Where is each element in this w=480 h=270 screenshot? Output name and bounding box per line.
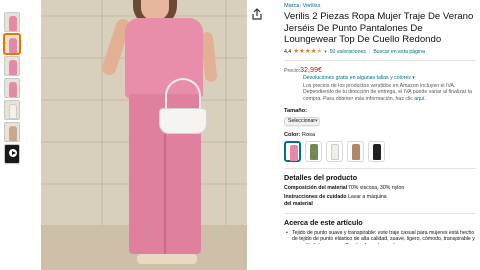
vat-note: Los precios de los productos vendidos en… (303, 83, 476, 103)
rating-value: 4,4 (284, 48, 292, 55)
divider (284, 59, 476, 61)
swatch-verde[interactable] (305, 140, 322, 162)
star-half-icon: ★ (316, 47, 323, 55)
thumbnail-3[interactable] (4, 56, 20, 76)
main-product-image[interactable] (41, 0, 247, 270)
swatch-negro[interactable] (368, 140, 385, 162)
detail-key: Composición del material (284, 184, 348, 191)
divider (284, 212, 476, 214)
color-label: Color: (284, 131, 301, 138)
product-title: Verilis 2 Piezas Ropa Mujer Traje De Ver… (284, 11, 474, 45)
share-icon[interactable] (252, 8, 262, 20)
star-rating[interactable]: ★ ★ ★ ★ ★ (293, 48, 322, 56)
swatch-blanco[interactable] (326, 140, 343, 162)
thumbnail-strip (2, 12, 22, 166)
swatch-marron[interactable] (347, 140, 364, 162)
size-label: Tamaño: (284, 107, 307, 114)
search-page-link[interactable]: Buscar en esta página (373, 49, 425, 55)
price-label: Precio: (284, 67, 301, 74)
free-returns-link[interactable]: Devoluciones gratis en algunas tallas y … (303, 75, 476, 82)
thumbnail-video[interactable] (4, 144, 20, 164)
thumbnail-6[interactable] (4, 122, 20, 142)
color-swatches (284, 140, 476, 162)
vat-note-text: Los precios de los productos vendidos en… (303, 82, 472, 103)
about-bullet: Tejido de punto suave y transpirable: es… (284, 230, 476, 244)
thumbnail-5[interactable] (4, 100, 20, 120)
divider (284, 167, 476, 169)
play-icon (9, 149, 17, 157)
chevron-down-icon: ▾ (315, 118, 318, 125)
product-info: Marca: Veriliss Verilis 2 Piezas Ropa Mu… (284, 2, 476, 244)
detail-row: Composición del material 70% viscosa, 30… (284, 185, 476, 192)
swatch-rosa[interactable] (284, 140, 301, 162)
size-select[interactable]: Seleccionar ▾ (284, 116, 320, 126)
color-row: Color: Rosa (284, 132, 476, 138)
chevron-down-icon[interactable]: ▾ (324, 49, 326, 55)
brand-link[interactable]: Marca: Veriliss (284, 2, 476, 10)
price-row: Precio: 32,99€ (284, 65, 476, 74)
thumbnail-2[interactable] (4, 34, 20, 54)
thumbnail-1[interactable] (4, 12, 20, 32)
detail-value: Lavar a máquina (348, 194, 387, 201)
detail-row: Instrucciones de cuidado del material La… (284, 194, 476, 207)
vat-info-link[interactable]: aquí. (414, 96, 426, 102)
size-select-value: Seleccionar (288, 118, 316, 125)
price-value: 32,99€ (300, 64, 322, 74)
details-heading: Detalles del producto (284, 172, 358, 182)
thumbnail-4[interactable] (4, 78, 20, 98)
ratings-count-link[interactable]: 50 valoraciones (330, 49, 366, 55)
about-heading: Acerca de este artículo (284, 217, 363, 227)
color-selected: Rosa (302, 131, 316, 138)
detail-value: 70% viscosa, 30% nylon (348, 184, 405, 191)
detail-key: Instrucciones de cuidado del material (284, 194, 347, 208)
rating-row: 4,4 ★ ★ ★ ★ ★ ▾ 50 valoraciones | Buscar… (284, 47, 425, 56)
